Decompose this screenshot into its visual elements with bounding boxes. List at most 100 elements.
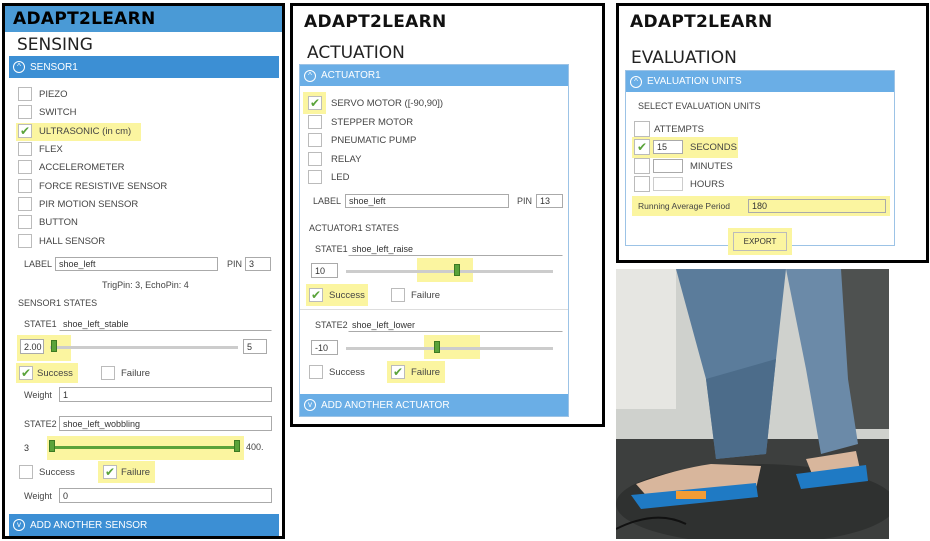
checkbox[interactable] [101,366,115,380]
option-label: PIEZO [39,88,68,100]
checkbox-checked[interactable]: ✔ [19,366,33,380]
state1-success-option[interactable]: ✔ Success [309,288,365,302]
checkbox[interactable] [18,234,32,248]
checkbox[interactable] [391,288,405,302]
state1-slider-track[interactable] [50,346,238,349]
brand-title: ADAPT2LEARN [630,12,773,32]
state1-slider-thumb[interactable] [51,340,57,352]
checkbox-checked[interactable]: ✔ [391,365,405,379]
sensor-option-accelerometer[interactable]: ACCELEROMETER [18,160,125,174]
checkbox[interactable] [634,158,650,174]
sensor-option-piezo[interactable]: PIEZO [18,87,68,101]
checkbox[interactable] [18,215,32,229]
running-average-input[interactable]: 180 [748,199,886,213]
checkbox[interactable] [18,142,32,156]
checkbox-checked[interactable]: ✔ [634,139,650,155]
add-actuator-label: ADD ANOTHER ACTUATOR [321,399,450,411]
state1-success-option[interactable]: ✔ Success [19,366,73,380]
checkbox[interactable] [308,152,322,166]
checkbox-checked[interactable]: ✔ [103,465,117,479]
sensor-option-fsr[interactable]: FORCE RESISTIVE SENSOR [18,179,167,193]
add-actuator-button[interactable]: v ADD ANOTHER ACTUATOR [300,394,568,416]
checkbox[interactable] [308,115,322,129]
evaluation-units-bar[interactable]: ^ EVALUATION UNITS [626,71,894,92]
unit-option-minutes[interactable]: MINUTES [634,158,733,174]
sensor-label-input[interactable]: shoe_left [55,257,218,271]
state2-success-option[interactable]: Success [309,365,365,379]
actuator1-collapse-bar[interactable]: ^ ACTUATOR1 [300,65,568,86]
state2-failure-option[interactable]: ✔ Failure [103,465,150,479]
checkbox[interactable] [634,121,650,137]
state2-name-input[interactable]: shoe_left_wobbling [59,416,272,431]
sensor-option-flex[interactable]: FLEX [18,142,63,156]
unit-option-hours[interactable]: HOURS [634,176,724,192]
state2-name-input[interactable]: shoe_left_lower [348,318,563,332]
sensing-header: ADAPT2LEARN [5,6,282,32]
minutes-value-input[interactable] [653,159,683,173]
state1-min-input[interactable]: 2.00 [20,339,44,354]
state1-slider-thumb[interactable] [454,264,460,276]
walking-shoes-image [616,269,889,539]
state1-name-input[interactable]: shoe_left_stable [59,316,272,331]
state1-weight-caption: Weight [24,390,52,400]
chevron-up-icon: ^ [304,69,316,82]
add-sensor-label: ADD ANOTHER SENSOR [30,519,148,531]
option-label: HALL SENSOR [39,235,106,247]
add-sensor-button[interactable]: v ADD ANOTHER SENSOR [9,514,279,536]
checkbox[interactable] [18,87,32,101]
actuator-label-input[interactable]: shoe_left [345,194,509,208]
state2-min-input[interactable]: 3 [20,440,44,455]
state1-failure-option[interactable]: Failure [101,366,150,380]
actuator-option-led[interactable]: LED [308,170,349,184]
sensor-option-button[interactable]: BUTTON [18,215,78,229]
checkbox[interactable] [18,105,32,119]
actuator-option-pump[interactable]: PNEUMATIC PUMP [308,133,416,147]
state2-slider-fill[interactable] [52,446,238,449]
unit-option-attempts[interactable]: ATTEMPTS [634,121,704,137]
state1-slider-track[interactable] [346,270,553,273]
state2-success-option[interactable]: Success [19,465,75,479]
state2-slider-track[interactable] [346,347,553,350]
actuator-pin-input[interactable]: 13 [536,194,563,208]
checkbox[interactable] [309,365,323,379]
state1-max-input[interactable]: 5 [243,339,267,354]
actuator-option-stepper[interactable]: STEPPER MOTOR [308,115,413,129]
state1-weight-input[interactable]: 1 [59,387,272,402]
checkbox-checked[interactable]: ✔ [309,288,323,302]
state2-weight-input[interactable]: 0 [59,488,272,503]
sensor-option-pir[interactable]: PIR MOTION SENSOR [18,197,138,211]
checkbox-checked[interactable]: ✔ [308,96,322,110]
state2-slider-thumb-max[interactable] [234,440,240,452]
sensing-panel: ADAPT2LEARN SENSING ^ SENSOR1 PIEZO SWIT… [2,3,285,539]
checkbox[interactable] [308,170,322,184]
actuator-option-servo[interactable]: ✔ SERVO MOTOR ([-90,90]) [308,96,443,110]
state2-slider-thumb[interactable] [434,341,440,353]
unit-option-seconds[interactable]: ✔ 15 SECONDS [634,139,737,155]
select-units-caption: SELECT EVALUATION UNITS [638,101,761,111]
state1-value-input[interactable]: 10 [311,263,338,278]
checkbox[interactable] [19,465,33,479]
sensor-option-ultrasonic[interactable]: ✔ ULTRASONIC (in cm) [18,124,131,138]
checkbox-checked[interactable]: ✔ [18,124,32,138]
checkbox[interactable] [18,197,32,211]
state2-slider-thumb-min[interactable] [49,440,55,452]
sensor-pin-input[interactable]: 3 [245,257,271,271]
hours-value-input[interactable] [653,177,683,191]
state2-failure-option[interactable]: ✔ Failure [391,365,440,379]
checkbox[interactable] [18,160,32,174]
sensor-option-switch[interactable]: SWITCH [18,105,76,119]
state2-caption: STATE2 [24,419,57,429]
seconds-value-input[interactable]: 15 [653,140,683,154]
checkbox[interactable] [18,179,32,193]
export-button[interactable]: EXPORT [733,232,787,251]
state2-weight-caption: Weight [24,491,52,501]
actuator-option-relay[interactable]: RELAY [308,152,361,166]
state1-name-input[interactable]: shoe_left_raise [348,242,563,256]
checkbox[interactable] [308,133,322,147]
state1-failure-option[interactable]: Failure [391,288,440,302]
state2-value-input[interactable]: -10 [311,340,338,355]
state2-max-value[interactable]: 400. [246,442,264,452]
sensor-option-hall[interactable]: HALL SENSOR [18,234,105,248]
sensor1-collapse-bar[interactable]: ^ SENSOR1 [9,56,279,78]
checkbox[interactable] [634,176,650,192]
